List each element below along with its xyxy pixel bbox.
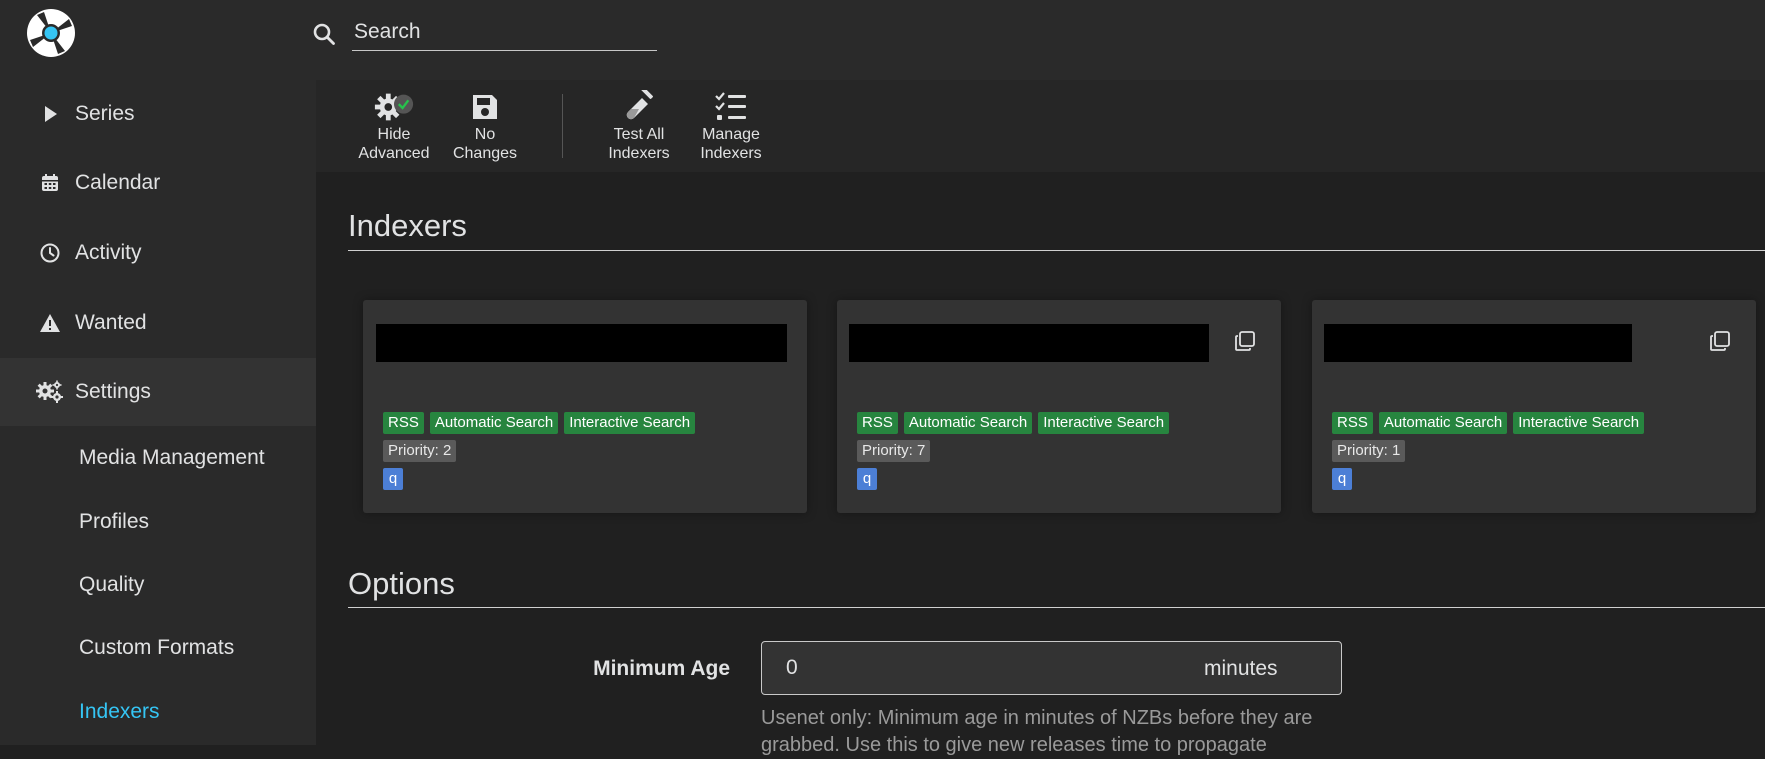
app-header (0, 0, 1765, 80)
clone-icon[interactable] (1234, 330, 1256, 352)
play-icon (38, 102, 62, 126)
priority-tag: Priority: 1 (1332, 440, 1406, 462)
warning-icon (38, 311, 62, 335)
protocol-tag: q (1332, 468, 1352, 490)
calendar-icon (38, 171, 62, 195)
indexer-name-redacted (376, 324, 787, 362)
sidebar-subitem-custom-formats[interactable]: Custom Formats (79, 636, 234, 660)
priority-tag: Priority: 2 (383, 440, 457, 462)
sidebar: Series Calendar Activity Wanted Settings… (0, 80, 316, 745)
sidebar-item-label: Activity (75, 241, 142, 264)
minimum-age-input[interactable] (786, 656, 1186, 680)
sidebar-item-calendar[interactable]: Calendar (0, 149, 316, 217)
toolbar-button-label: Test All Indexers (608, 126, 670, 162)
section-divider (348, 250, 1765, 251)
sidebar-subitem-quality[interactable]: Quality (79, 573, 144, 597)
toolbar-separator (562, 94, 563, 158)
interactive-search-tag: Interactive Search (1038, 412, 1170, 434)
indexer-name-redacted (1324, 324, 1632, 362)
toolbar-button-label: Hide Advanced (358, 126, 430, 162)
sonarr-logo-icon[interactable] (26, 8, 76, 58)
clone-icon[interactable] (1709, 330, 1731, 352)
section-divider (348, 607, 1765, 608)
sidebar-item-label: Settings (75, 380, 151, 403)
minimum-age-field[interactable]: minutes (761, 641, 1342, 695)
indexer-card[interactable]: RSS Automatic Search Interactive Search … (363, 300, 807, 513)
interactive-search-tag: Interactive Search (1513, 412, 1645, 434)
manage-indexers-button[interactable]: Manage Indexers (685, 90, 777, 168)
toolbar-button-label: Manage Indexers (700, 126, 762, 162)
sidebar-item-label: Calendar (75, 171, 161, 194)
cogs-icon (36, 380, 64, 404)
sidebar-subitem-profiles[interactable]: Profiles (79, 510, 149, 534)
search-input[interactable] (352, 14, 657, 51)
minimum-age-label: Minimum Age (593, 657, 730, 680)
advanced-settings-icon (373, 90, 415, 124)
search-bar (312, 14, 657, 52)
checklist-icon (710, 90, 752, 124)
sidebar-item-series[interactable]: Series (0, 80, 316, 148)
search-icon (312, 22, 336, 46)
indexer-tags: RSS Automatic Search Interactive Search … (1332, 412, 1752, 496)
page-toolbar: Hide Advanced No Changes Test All Indexe… (316, 80, 1765, 172)
save-icon (464, 90, 506, 124)
sidebar-item-wanted[interactable]: Wanted (0, 289, 316, 357)
rss-tag: RSS (857, 412, 898, 434)
rss-tag: RSS (383, 412, 424, 434)
indexer-card[interactable]: RSS Automatic Search Interactive Search … (837, 300, 1281, 513)
indexer-tags: RSS Automatic Search Interactive Search … (857, 412, 1277, 496)
sidebar-item-activity[interactable]: Activity (0, 219, 316, 287)
sidebar-subitem-indexers[interactable]: Indexers (79, 700, 160, 724)
indexers-section-title: Indexers (348, 208, 467, 243)
clock-icon (38, 241, 62, 265)
rss-tag: RSS (1332, 412, 1373, 434)
sidebar-item-settings[interactable]: Settings (0, 358, 316, 426)
protocol-tag: q (857, 468, 877, 490)
sidebar-subitem-media-management[interactable]: Media Management (79, 446, 265, 470)
priority-tag: Priority: 7 (857, 440, 931, 462)
sidebar-item-label: Wanted (75, 311, 147, 334)
indexer-name-redacted (849, 324, 1209, 362)
hide-advanced-button[interactable]: Hide Advanced (348, 90, 440, 168)
indexer-tags: RSS Automatic Search Interactive Search … (383, 412, 803, 496)
automatic-search-tag: Automatic Search (1378, 412, 1508, 434)
sidebar-item-label: Series (75, 102, 135, 125)
automatic-search-tag: Automatic Search (429, 412, 559, 434)
minimum-age-unit: minutes (1204, 657, 1278, 680)
test-tube-icon (618, 90, 660, 124)
toolbar-button-label: No Changes (452, 126, 518, 162)
automatic-search-tag: Automatic Search (903, 412, 1033, 434)
save-button[interactable]: No Changes (439, 90, 531, 168)
test-all-indexers-button[interactable]: Test All Indexers (593, 90, 685, 168)
indexer-card[interactable]: RSS Automatic Search Interactive Search … (1312, 300, 1756, 513)
interactive-search-tag: Interactive Search (564, 412, 696, 434)
options-section-title: Options (348, 566, 455, 601)
protocol-tag: q (383, 468, 403, 490)
minimum-age-help-text: Usenet only: Minimum age in minutes of N… (761, 707, 1313, 756)
